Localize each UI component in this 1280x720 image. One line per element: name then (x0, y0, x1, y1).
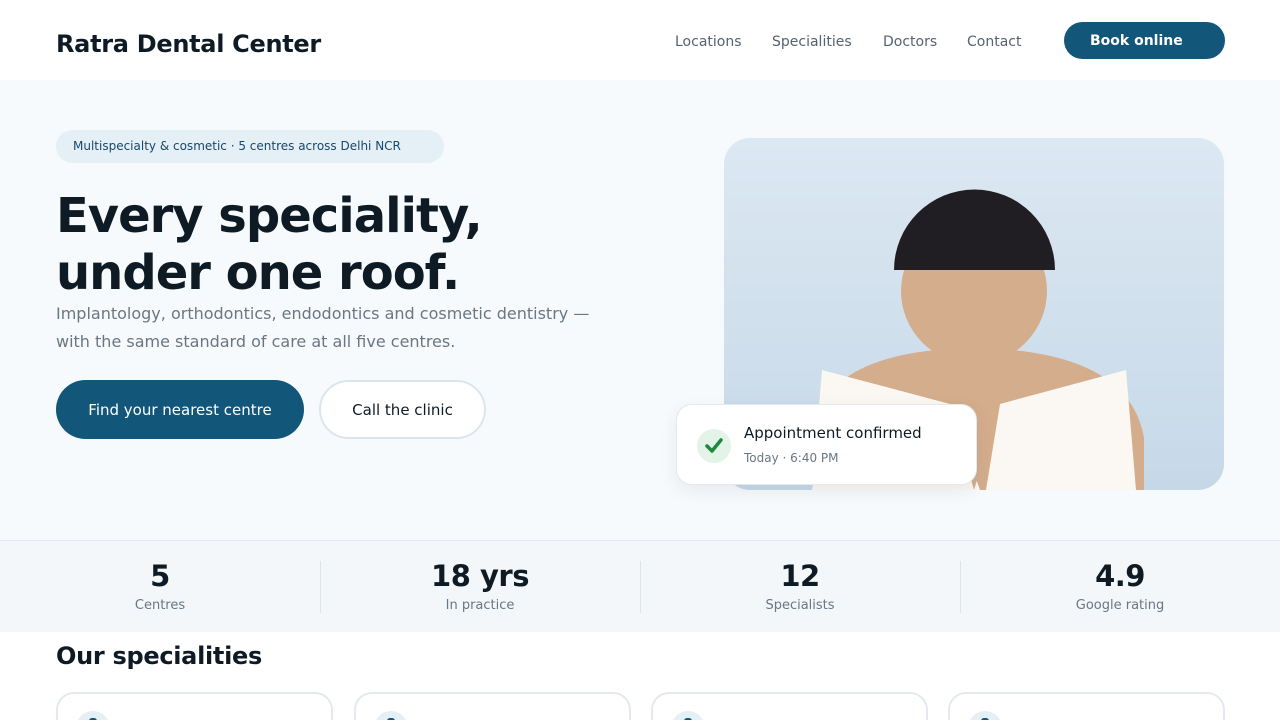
hero-tagline-badge: Multispecialty & cosmetic · 5 centres ac… (56, 130, 444, 163)
appointment-confirmed-title: Appointment confirmed (744, 424, 922, 442)
stat-label: Centres (134, 598, 186, 613)
stat-years: 18 yrs In practice (320, 541, 640, 633)
appointment-confirmed-card: Appointment confirmed Today · 6:40 PM (676, 404, 977, 485)
brand-logo[interactable]: Ratra Dental Center (56, 30, 321, 58)
check-icon (697, 429, 731, 463)
nav-specialities[interactable]: Specialities (772, 34, 852, 50)
stat-centres: 5 Centres (0, 541, 320, 633)
speciality-card[interactable] (354, 692, 631, 720)
nav-locations[interactable]: Locations (675, 34, 742, 50)
stat-value: 12 (780, 559, 820, 593)
stat-rating: 4.9 Google rating (960, 541, 1280, 633)
book-online-button[interactable]: Book online (1064, 22, 1225, 59)
tooth-icon (374, 711, 408, 720)
tooth-icon (968, 711, 1002, 720)
nav-doctors[interactable]: Doctors (883, 34, 937, 50)
stat-value: 5 (150, 559, 170, 593)
specialities-title: Our specialities (56, 642, 262, 670)
tooth-icon (76, 711, 110, 720)
speciality-card[interactable] (651, 692, 928, 720)
stat-value: 18 yrs (431, 559, 529, 593)
hero-title-line-1: Every speciality, (56, 188, 483, 244)
hero-title-line-2: under one roof. (56, 245, 460, 301)
hero-title: Every speciality, under one roof. (56, 188, 676, 302)
find-centre-button[interactable]: Find your nearest centre (56, 380, 304, 439)
speciality-card[interactable] (56, 692, 333, 720)
stat-label: Google rating (1075, 598, 1165, 613)
stat-label: In practice (445, 598, 515, 613)
stat-label: Specialists (765, 598, 835, 613)
nav-contact[interactable]: Contact (967, 34, 1021, 50)
hero-subtitle: Implantology, orthodontics, endodontics … (56, 304, 590, 351)
stat-value: 4.9 (1095, 559, 1145, 593)
stats-bar: 5 Centres 18 yrs In practice 12 Speciali… (0, 540, 1280, 632)
tooth-icon (671, 711, 705, 720)
appointment-time: Today · 6:40 PM (744, 451, 839, 465)
hero-section: Multispecialty & cosmetic · 5 centres ac… (0, 80, 1280, 540)
stat-specialists: 12 Specialists (640, 541, 960, 633)
speciality-card[interactable] (948, 692, 1225, 720)
site-header: Ratra Dental Center Locations Specialiti… (0, 0, 1280, 80)
call-clinic-button[interactable]: Call the clinic (319, 380, 486, 439)
